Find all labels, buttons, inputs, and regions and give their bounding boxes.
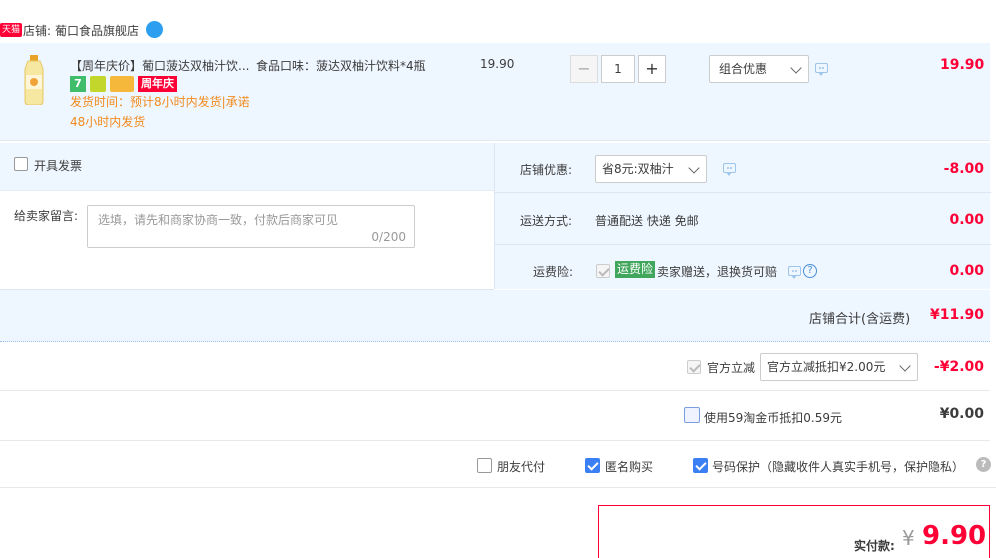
quantity-plus-button[interactable]: + (638, 55, 666, 83)
payment-currency: ¥ (902, 526, 915, 550)
insurance-amount: 0.00 (949, 263, 984, 279)
taobao-coin-checkbox[interactable] (684, 407, 700, 423)
shop-total-row: 店铺合计(含运费) ¥11.90 (0, 290, 990, 342)
invoice-label: 开具发票 (34, 159, 83, 173)
chevron-down-icon (688, 162, 700, 174)
message-counter: 0/200 (371, 230, 406, 244)
store-discount-row: 店铺优惠: 省8元:双柚汁 -8.00 (495, 143, 991, 193)
taobao-coin-row: 使用59淘金币抵扣0.59元 ¥0.00 (0, 392, 990, 441)
insurance-checkbox (596, 264, 610, 278)
card-payment-icon (110, 76, 134, 92)
store-discount-amount: -8.00 (943, 161, 984, 177)
anonymous-label: 匿名购买 (605, 460, 654, 474)
shop-name-link[interactable]: 葡口食品旗舰店 (55, 22, 139, 39)
official-discount-label: 官方立减 (707, 361, 756, 375)
wangwang-chat-icon[interactable] (146, 21, 163, 38)
message-row: 给卖家留言: 选填，请先和商家协商一致，付款后商家可见 0/200 (0, 190, 494, 290)
friend-pay-label: 朋友代付 (497, 460, 546, 474)
tmall-badge: 天猫 (0, 23, 23, 37)
quantity-stepper: − 1 + (570, 55, 666, 83)
shop-total-label: 店铺合计(含运费) (809, 312, 911, 327)
message-placeholder: 选填，请先和商家协商一致，付款后商家可见 (98, 213, 339, 227)
store-discount-label: 店铺优惠: (520, 163, 573, 177)
payment-label: 实付款: (854, 539, 895, 553)
store-details-panel: 店铺优惠: 省8元:双柚汁 -8.00 运送方式: 普通配送 快递 免邮 0.0… (494, 143, 991, 289)
purchase-options-row: 朋友代付 匿名购买 号码保护（隐藏收件人真实手机号，保护隐私） ? (0, 442, 996, 488)
official-discount-checkbox (687, 360, 701, 374)
insurance-row: 运费险: 运费险 卖家赠送，退换货可赔 ? 0.00 (495, 245, 991, 289)
store-discount-select[interactable]: 省8元:双柚汁 (595, 155, 707, 183)
shipping-row: 运送方式: 普通配送 快递 免邮 0.00 (495, 193, 991, 245)
quantity-input[interactable]: 1 (601, 55, 635, 83)
help-icon[interactable]: ? (976, 457, 991, 472)
payment-amount: 9.90 (922, 521, 987, 551)
number-protect-checkbox[interactable] (693, 458, 708, 473)
anniversary-badge: 周年庆 (138, 76, 177, 92)
payment-summary-box: 实付款: ¥ 9.90 (598, 505, 990, 558)
message-textarea[interactable]: 选填，请先和商家协商一致，付款后商家可见 0/200 (87, 205, 415, 248)
item-subtotal: 19.90 (940, 57, 985, 73)
message-label: 给卖家留言: (14, 209, 79, 223)
official-discount-value: 官方立减抵扣¥2.00元 (767, 360, 886, 374)
certified-icon (90, 76, 106, 92)
chevron-down-icon (899, 360, 911, 372)
chat-icon[interactable] (788, 266, 801, 279)
insurance-label: 运费险: (533, 265, 574, 279)
help-icon[interactable]: ? (803, 264, 817, 278)
taobao-coin-amount: ¥0.00 (939, 406, 984, 422)
insurance-value: 卖家赠送，退换货可赔 (657, 265, 778, 279)
number-protect-label: 号码保护（隐藏收件人真实手机号，保护隐私） (712, 460, 965, 474)
promo-select[interactable]: 组合优惠 (709, 55, 809, 83)
insurance-badge: 运费险 (615, 261, 656, 278)
shipping-amount: 0.00 (949, 212, 984, 228)
shop-label: 店铺: (23, 24, 52, 38)
invoice-checkbox[interactable] (14, 157, 28, 171)
shop-header: 天猫 店铺: 葡口食品旗舰店 (0, 20, 996, 42)
order-item-row: 【周年庆价】葡口菠达双柚汁饮... 7 周年庆 发货时间：预计8小时内发货|承诺… (0, 43, 990, 141)
store-discount-value: 省8元:双柚汁 (602, 162, 674, 176)
chat-icon[interactable] (815, 63, 828, 76)
chevron-down-icon (790, 62, 802, 74)
product-spec: 食品口味：菠达双柚汁饮料*4瓶 (256, 59, 426, 73)
chat-icon[interactable] (723, 163, 736, 176)
anonymous-checkbox[interactable] (585, 458, 600, 473)
shop-total-amount: ¥11.90 (929, 307, 984, 323)
official-discount-amount: -¥2.00 (933, 359, 984, 375)
delivery-note: 发货时间：预计8小时内发货|承诺48小时内发货 (70, 95, 250, 129)
taobao-coin-label: 使用59淘金币抵扣0.59元 (704, 411, 842, 425)
seven-day-return-icon: 7 (70, 76, 86, 92)
shipping-value: 普通配送 快递 免邮 (595, 214, 699, 228)
product-title-link[interactable]: 【周年庆价】葡口菠达双柚汁饮... (70, 57, 249, 74)
shipping-label: 运送方式: (520, 214, 573, 228)
invoice-row: 开具发票 (14, 157, 214, 175)
product-thumbnail[interactable] (20, 55, 48, 106)
unit-price: 19.90 (480, 57, 515, 71)
official-discount-select[interactable]: 官方立减抵扣¥2.00元 (760, 353, 918, 381)
friend-pay-checkbox[interactable] (477, 458, 492, 473)
quantity-minus-button[interactable]: − (570, 55, 598, 83)
promo-select-value: 组合优惠 (719, 62, 768, 76)
official-discount-row: 官方立减 官方立减抵扣¥2.00元 -¥2.00 (0, 342, 990, 391)
